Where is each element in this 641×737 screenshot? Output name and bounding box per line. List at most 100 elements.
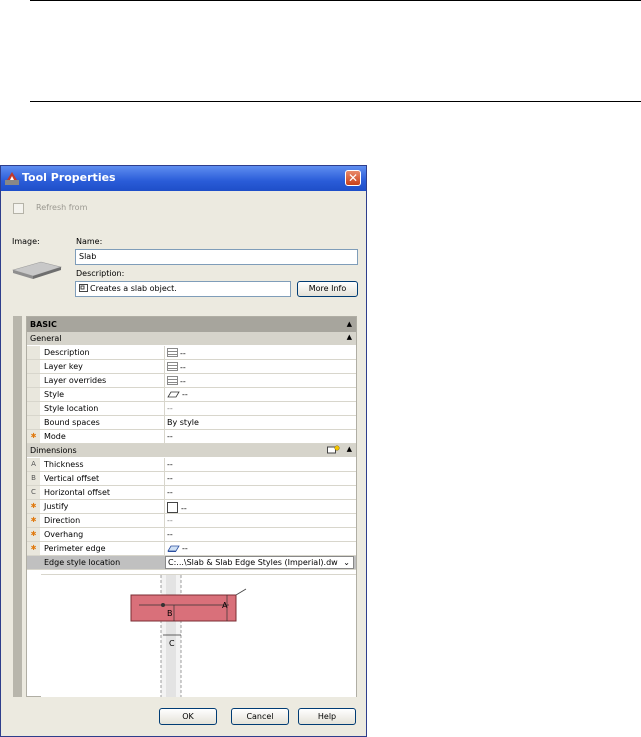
dialog-title: Tool Properties xyxy=(22,171,116,184)
slab-thumbnail-icon[interactable] xyxy=(11,256,63,282)
asterisk-icon: ✱ xyxy=(27,430,40,443)
property-name: Layer key xyxy=(44,362,83,371)
asterisk-icon: ✱ xyxy=(27,514,40,527)
property-row-vertical-offset[interactable]: B Vertical offset -- xyxy=(27,472,356,486)
property-value: By style xyxy=(167,418,199,427)
description-field[interactable]: Creates a slab object. xyxy=(75,281,291,297)
property-row-layer-overrides[interactable]: Layer overrides -- xyxy=(27,374,356,388)
property-row-thickness[interactable]: A Thickness -- xyxy=(27,458,356,472)
property-name: Vertical offset xyxy=(44,474,100,483)
collapse-up-icon[interactable]: ▲ xyxy=(347,445,352,453)
grid-body: BASIC ▲ General ▲ Description -- Layer k… xyxy=(26,316,357,697)
property-name: Edge style location xyxy=(44,558,121,567)
help-label: Help xyxy=(317,712,337,721)
property-name: Mode xyxy=(44,432,66,441)
ok-label: OK xyxy=(182,712,194,721)
column-divider xyxy=(164,416,165,430)
row-marker-c: C xyxy=(27,486,40,499)
property-value: -- xyxy=(180,349,186,358)
property-name: Description xyxy=(44,348,90,357)
property-row-style[interactable]: Style -- xyxy=(27,388,356,402)
property-row-layer-key[interactable]: Layer key -- xyxy=(27,360,356,374)
close-button[interactable]: ✕ xyxy=(345,170,361,186)
column-divider xyxy=(164,360,165,374)
description-value: Creates a slab object. xyxy=(90,284,177,293)
property-value: -- xyxy=(167,516,173,525)
more-info-button[interactable]: More Info xyxy=(297,281,358,297)
property-name: Justify xyxy=(44,502,69,511)
refresh-checkbox[interactable] xyxy=(13,203,24,214)
row-marker xyxy=(27,374,40,387)
edge-icon[interactable] xyxy=(167,545,180,552)
asterisk-icon: ✱ xyxy=(27,528,40,541)
property-name: Style location xyxy=(44,404,99,413)
name-field[interactable]: Slab xyxy=(75,249,358,265)
property-value: -- xyxy=(182,390,188,399)
property-row-direction[interactable]: ✱ Direction -- xyxy=(27,514,356,528)
property-name: Bound spaces xyxy=(44,418,100,427)
column-divider xyxy=(164,402,165,416)
property-value: C:...\Slab & Slab Edge Styles (Imperial)… xyxy=(168,558,338,567)
dimension-diagram-icon[interactable] xyxy=(327,445,340,455)
group-dimensions[interactable]: Dimensions ▲ xyxy=(27,444,356,457)
row-marker xyxy=(27,360,40,373)
property-row-bound-spaces[interactable]: Bound spaces By style xyxy=(27,416,356,430)
app-logo-icon xyxy=(5,172,19,185)
help-button[interactable]: Help xyxy=(298,708,356,725)
property-value: -- xyxy=(180,377,186,386)
property-value: -- xyxy=(167,488,173,497)
property-value: -- xyxy=(182,544,188,553)
property-name: Layer overrides xyxy=(44,376,107,385)
category-basic[interactable]: BASIC ▲ xyxy=(27,317,356,332)
cancel-label: Cancel xyxy=(246,712,274,721)
property-name: Perimeter edge xyxy=(44,544,106,553)
column-divider xyxy=(164,472,165,486)
property-row-horizontal-offset[interactable]: C Horizontal offset -- xyxy=(27,486,356,500)
top-rule xyxy=(30,0,641,1)
property-grid: BASIC ▲ General ▲ Description -- Layer k… xyxy=(13,316,357,697)
column-divider xyxy=(164,458,165,472)
property-row-overhang[interactable]: ✱ Overhang -- xyxy=(27,528,356,542)
row-marker xyxy=(27,346,40,359)
group-general[interactable]: General ▲ xyxy=(27,332,356,345)
edge-style-location-dropdown[interactable]: C:...\Slab & Slab Edge Styles (Imperial)… xyxy=(165,556,354,569)
column-divider xyxy=(164,542,165,556)
column-divider xyxy=(164,388,165,402)
collapse-up-icon[interactable]: ▲ xyxy=(347,333,352,341)
chevron-down-icon[interactable]: ⌄ xyxy=(343,558,350,567)
title-bar[interactable]: Tool Properties ✕ xyxy=(1,166,366,191)
list-icon[interactable] xyxy=(167,348,178,357)
name-label: Name: xyxy=(76,237,103,246)
tool-properties-dialog: Tool Properties ✕ Refresh from Image: Na… xyxy=(0,165,367,737)
property-row-perimeter-edge[interactable]: ✱ Perimeter edge -- xyxy=(27,542,356,556)
column-divider xyxy=(164,486,165,500)
property-value: -- xyxy=(167,530,173,539)
diagram-label-a: A xyxy=(222,601,228,610)
cancel-button[interactable]: Cancel xyxy=(231,708,289,725)
justify-icon[interactable] xyxy=(167,502,178,513)
description-icon xyxy=(79,284,88,292)
column-divider xyxy=(164,528,165,542)
name-value: Slab xyxy=(79,252,97,261)
property-value: -- xyxy=(181,504,187,513)
property-row-mode[interactable]: ✱ Mode -- xyxy=(27,430,356,444)
property-row-justify[interactable]: ✱ Justify -- xyxy=(27,500,356,514)
property-name: Horizontal offset xyxy=(44,488,111,497)
property-name: Overhang xyxy=(44,530,84,539)
list-icon[interactable] xyxy=(167,376,178,385)
property-value: -- xyxy=(180,363,186,372)
description-label: Description: xyxy=(76,269,125,278)
property-row-style-location[interactable]: Style location -- xyxy=(27,402,356,416)
property-row-edge-style-location[interactable]: Edge style location C:...\Slab & Slab Ed… xyxy=(27,556,356,570)
slab-style-icon[interactable] xyxy=(167,391,180,398)
ok-button[interactable]: OK xyxy=(159,708,217,725)
bottom-rule xyxy=(30,101,641,102)
property-row-description[interactable]: Description -- xyxy=(27,346,356,360)
list-icon[interactable] xyxy=(167,362,178,371)
asterisk-icon: ✱ xyxy=(27,500,40,513)
close-icon: ✕ xyxy=(347,171,359,185)
row-marker xyxy=(27,556,40,569)
row-marker xyxy=(27,388,40,401)
column-divider xyxy=(164,430,165,444)
collapse-up-icon[interactable]: ▲ xyxy=(347,320,352,328)
